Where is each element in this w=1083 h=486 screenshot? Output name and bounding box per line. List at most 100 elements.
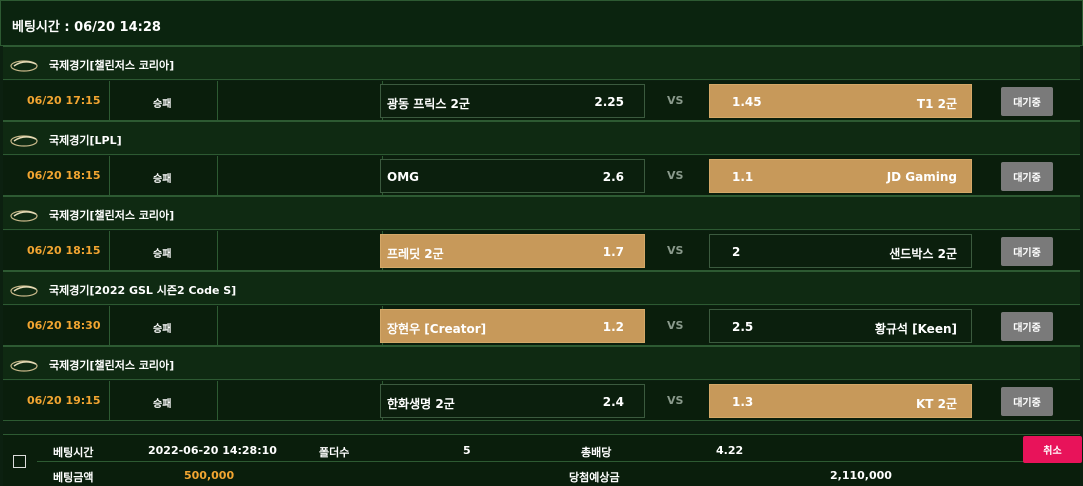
home-team: 프레딧 2군	[387, 247, 444, 261]
cancel-button[interactable]: 취소	[1023, 436, 1082, 463]
away-odds: 1.3	[732, 395, 754, 409]
bet-type: 승패	[153, 99, 172, 110]
league-header: 국제경기[챌린저스 코리아]	[3, 196, 1080, 230]
empty-cell	[218, 306, 383, 346]
match-time: 06/20 18:15	[27, 169, 101, 182]
away-pick[interactable]: 2.5 황규석 [Keen]	[709, 309, 972, 343]
vs-label: VS	[667, 244, 684, 257]
summary-bet-time-value: 2022-06-20 14:28:10	[148, 444, 277, 457]
bet-slip: 베팅시간 : 06/20 14:28 국제경기[챌린저스 코리아] 06/20 1…	[0, 0, 1083, 486]
vs-label: VS	[667, 394, 684, 407]
home-odds: 1.2	[602, 320, 624, 334]
league-logo-icon	[10, 57, 38, 72]
type-cell: 승패	[110, 81, 218, 121]
league-logo-icon	[10, 282, 38, 297]
folder-count-value: 5	[463, 444, 471, 457]
bet-type: 승패	[153, 249, 172, 260]
away-team: 황규석 [Keen]	[874, 322, 957, 336]
bet-amount-value: 500,000	[184, 469, 235, 482]
league-header: 국제경기[LPL]	[3, 121, 1080, 155]
bet-type: 승패	[153, 324, 172, 335]
away-team: KT 2군	[915, 397, 957, 411]
home-odds: 2.4	[602, 395, 624, 409]
match-time: 06/20 19:15	[27, 394, 101, 407]
time-cell: 06/20 17:15	[3, 81, 110, 121]
league-name: 국제경기[챌린저스 코리아]	[49, 59, 175, 72]
league-name: 국제경기[2022 GSL 시즌2 Code S]	[49, 284, 237, 297]
type-cell: 승패	[110, 231, 218, 271]
home-odds: 1.7	[602, 245, 624, 259]
match-time: 06/20 18:30	[27, 319, 101, 332]
match-time: 06/20 18:15	[27, 244, 101, 257]
league-name: 국제경기[챌린저스 코리아]	[49, 359, 175, 372]
home-odds: 2.25	[594, 95, 624, 109]
away-pick[interactable]: 1.3 KT 2군	[709, 384, 972, 418]
home-pick[interactable]: OMG 2.6	[380, 159, 645, 193]
type-cell: 승패	[110, 306, 218, 346]
type-cell: 승패	[110, 156, 218, 196]
match-row: 06/20 18:30 승패 장현우 [Creator] 1.2 VS 2.5 황규석 [K…	[3, 306, 1080, 346]
home-team: 광동 프릭스 2군	[387, 97, 470, 111]
bet-type: 승패	[153, 399, 172, 410]
vs-label: VS	[667, 169, 684, 182]
away-odds: 1.1	[732, 170, 754, 184]
bet-header: 베팅시간 : 06/20 14:28	[0, 0, 1083, 46]
match-row: 06/20 17:15 승패 광동 프릭스 2군 2.25 VS 1.45 T1 2군 대기중	[3, 81, 1080, 121]
empty-cell	[218, 81, 383, 121]
summary-divider	[37, 461, 1071, 462]
time-cell: 06/20 18:30	[3, 306, 110, 346]
league-header: 국제경기[챌린저스 코리아]	[3, 346, 1080, 380]
folder-count-label: 폴더수	[319, 446, 350, 459]
away-pick[interactable]: 2 샌드박스 2군	[709, 234, 972, 268]
match-row: 06/20 19:15 승패 한화생명 2군 2.4 VS 1.3 KT 2군 대기중	[3, 381, 1080, 421]
time-cell: 06/20 18:15	[3, 231, 110, 271]
summary-bet-time-label: 베팅시간	[53, 446, 94, 459]
bet-type: 승패	[153, 174, 172, 185]
bet-time-heading: 베팅시간 : 06/20 14:28	[12, 20, 161, 35]
match-row: 06/20 18:15 승패 OMG 2.6 VS 1.1 JD Gaming 대기중	[3, 156, 1080, 196]
empty-cell	[218, 231, 383, 271]
home-pick[interactable]: 장현우 [Creator] 1.2	[380, 309, 645, 343]
total-odds-label: 총배당	[581, 446, 612, 459]
expected-win-value: 2,110,000	[830, 469, 892, 482]
type-cell: 승패	[110, 381, 218, 421]
away-team: JD Gaming	[886, 170, 957, 184]
waiting-status-button[interactable]: 대기중	[1001, 312, 1053, 341]
away-team: T1 2군	[916, 97, 957, 111]
bet-summary: 베팅시간 2022-06-20 14:28:10 폴더수 5 총배당 4.22 …	[3, 434, 1082, 486]
away-odds: 1.45	[732, 95, 762, 109]
match-time: 06/20 17:15	[27, 94, 101, 107]
away-team: 샌드박스 2군	[889, 247, 957, 261]
away-odds: 2.5	[732, 320, 754, 334]
home-odds: 2.6	[602, 170, 624, 184]
away-pick[interactable]: 1.1 JD Gaming	[709, 159, 972, 193]
vs-label: VS	[667, 319, 684, 332]
time-cell: 06/20 19:15	[3, 381, 110, 421]
home-pick[interactable]: 한화생명 2군 2.4	[380, 384, 645, 418]
expected-win-label: 당첨예상금	[569, 471, 620, 484]
waiting-status-button[interactable]: 대기중	[1001, 237, 1053, 266]
vs-label: VS	[667, 94, 684, 107]
waiting-status-button[interactable]: 대기중	[1001, 162, 1053, 191]
league-logo-icon	[10, 357, 38, 372]
select-checkbox[interactable]	[13, 455, 26, 468]
home-team: 장현우 [Creator]	[387, 322, 487, 336]
away-odds: 2	[732, 245, 741, 259]
league-name: 국제경기[챌린저스 코리아]	[49, 209, 175, 222]
time-cell: 06/20 18:15	[3, 156, 110, 196]
home-pick[interactable]: 프레딧 2군 1.7	[380, 234, 645, 268]
league-header: 국제경기[챌린저스 코리아]	[3, 46, 1080, 80]
match-row: 06/20 18:15 승패 프레딧 2군 1.7 VS 2 샌드박스 2군 대기중	[3, 231, 1080, 271]
league-logo-icon	[10, 132, 38, 147]
bet-amount-label: 베팅금액	[53, 471, 94, 484]
home-team: 한화생명 2군	[387, 397, 455, 411]
away-pick[interactable]: 1.45 T1 2군	[709, 84, 972, 118]
empty-cell	[218, 381, 383, 421]
waiting-status-button[interactable]: 대기중	[1001, 387, 1053, 416]
league-logo-icon	[10, 207, 38, 222]
home-team: OMG	[387, 170, 419, 184]
league-header: 국제경기[2022 GSL 시즌2 Code S]	[3, 271, 1080, 305]
home-pick[interactable]: 광동 프릭스 2군 2.25	[380, 84, 645, 118]
waiting-status-button[interactable]: 대기중	[1001, 87, 1053, 116]
total-odds-value: 4.22	[716, 444, 744, 457]
